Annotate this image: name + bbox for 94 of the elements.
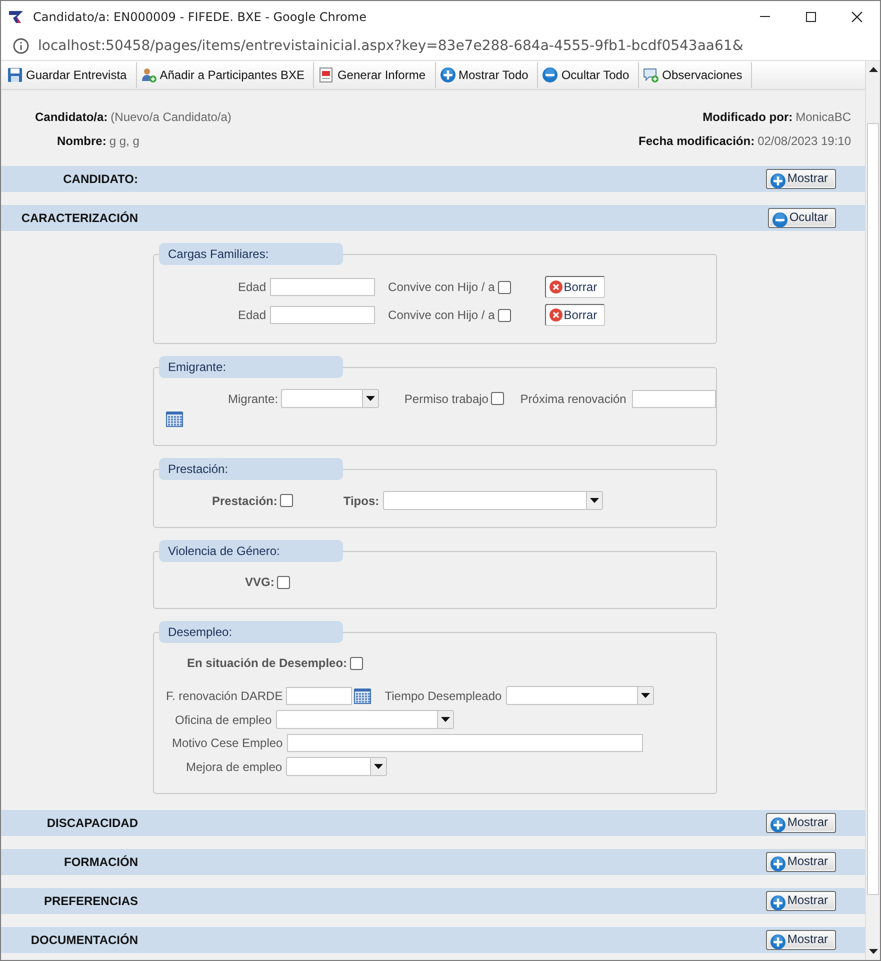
calendar-icon[interactable] [354, 688, 371, 704]
input-field[interactable] [286, 686, 352, 704]
plus-icon [770, 934, 786, 950]
close-icon [851, 10, 863, 22]
toolbar-button[interactable]: Ocultar Todo [538, 62, 640, 88]
field-label: Prestación: [212, 494, 278, 508]
delete-button[interactable]: Borrar [544, 304, 606, 326]
plus-icon [770, 856, 786, 872]
checkbox[interactable] [350, 656, 364, 670]
field-value: 02/08/2023 19:10 [758, 134, 851, 148]
field-label: Oficina de empleo [175, 712, 272, 726]
field-label: Convive con Hijo / a [388, 280, 495, 294]
field-label: Convive con Hijo / a [388, 308, 495, 322]
toolbar-button[interactable]: Guardar Entrevista [3, 62, 137, 88]
section-title: CANDIDATO: [62, 172, 138, 186]
checkbox[interactable] [498, 280, 511, 294]
document-icon [318, 67, 334, 83]
field-label: VVG: [245, 575, 274, 589]
input-field[interactable] [632, 390, 716, 408]
checkbox[interactable] [277, 576, 290, 588]
checkbox[interactable] [498, 308, 511, 322]
show-button[interactable]: Mostrar [766, 169, 836, 189]
show-button[interactable]: Mostrar [766, 852, 836, 872]
checkbox[interactable] [491, 392, 504, 405]
save-icon [7, 67, 23, 83]
section-title: CARACTERIZACIÓN [20, 211, 138, 225]
scroll-up-icon [868, 66, 878, 72]
field-label: Edad [238, 308, 266, 322]
caret-icon [366, 396, 376, 401]
group-legend: Emigrante: [159, 356, 343, 378]
section-title: DOCUMENTACIÓN [30, 933, 138, 947]
section-title: DISCAPACIDAD [46, 816, 138, 830]
minus-icon [542, 67, 558, 83]
field-label: Permiso trabajo [404, 392, 488, 406]
dropdown-field[interactable] [286, 757, 388, 776]
delete-icon [548, 308, 563, 322]
show-button[interactable]: Mostrar [766, 891, 836, 911]
minimize-icon [760, 16, 770, 17]
field-label: Edad [238, 280, 266, 294]
hide-button[interactable]: Ocultar [768, 208, 836, 228]
toolbar-button[interactable]: Añadir a Participantes BXE [136, 62, 314, 88]
field-label: Motivo Cese Empleo [172, 736, 283, 750]
user-add-icon [140, 67, 157, 83]
field-value: MonicaBC [796, 110, 851, 124]
group-legend: Prestación: [159, 458, 343, 480]
dropdown-field[interactable] [506, 686, 654, 705]
group-legend: Desempleo: [159, 621, 343, 643]
show-button[interactable]: Mostrar [766, 813, 836, 833]
dropdown-field[interactable] [276, 710, 454, 729]
dropdown-field[interactable] [383, 491, 604, 510]
window-title: Candidato/a: EN000009 - FIFEDE. BXE - Google Chrome [33, 10, 368, 24]
input-field[interactable] [270, 306, 376, 324]
input-field[interactable] [270, 278, 376, 296]
field-label: Modificado por: [702, 110, 793, 124]
toolbar-button[interactable]: Observaciones [639, 62, 752, 88]
minus-icon [772, 212, 788, 228]
delete-button[interactable]: Borrar [544, 276, 606, 298]
field-label: Tipos: [343, 494, 380, 508]
toolbar-button[interactable]: Generar Informe [314, 62, 436, 88]
dropdown-field[interactable] [281, 389, 380, 408]
caret-icon [440, 717, 450, 722]
caret-icon [640, 693, 650, 698]
checkbox[interactable] [280, 494, 294, 507]
field-label: Migrante: [228, 392, 278, 406]
plus-icon [770, 817, 786, 833]
field-label: Fecha modificación: [638, 134, 755, 148]
maximize-icon [805, 10, 817, 22]
field-label: Mejora de empleo [186, 760, 282, 774]
plus-icon [440, 67, 456, 83]
field-value: g g, g [109, 134, 140, 148]
caret-icon [590, 498, 600, 503]
field-label: Candidato/a: [35, 110, 108, 124]
scrollbar[interactable] [865, 61, 880, 960]
field-label: En situación de Desempleo: [187, 656, 348, 670]
scroll-down-icon [868, 949, 878, 955]
field-label: Nombre: [57, 134, 106, 148]
info-icon [13, 38, 29, 54]
field-label: Próxima renovación [520, 392, 626, 406]
field-label: Tiempo Desempleado [384, 688, 502, 702]
plus-icon [770, 173, 786, 189]
delete-icon [548, 280, 563, 294]
input-field[interactable] [286, 734, 643, 752]
section-title: FORMACIÓN [63, 855, 138, 869]
section-title: PREFERENCIAS [42, 894, 138, 908]
group-legend: Violencia de Género: [159, 540, 343, 562]
show-button[interactable]: Mostrar [766, 930, 836, 950]
toolbar-button[interactable]: Mostrar Todo [436, 62, 538, 88]
caret-icon [374, 764, 384, 769]
field-value: (Nuevo/a Candidato/a) [110, 110, 232, 124]
comment-icon [643, 67, 660, 83]
field-label: F. renovación DARDE [166, 688, 283, 702]
plus-icon [770, 895, 786, 911]
group-legend: Cargas Familiares: [159, 243, 343, 265]
calendar-icon[interactable] [166, 411, 183, 427]
